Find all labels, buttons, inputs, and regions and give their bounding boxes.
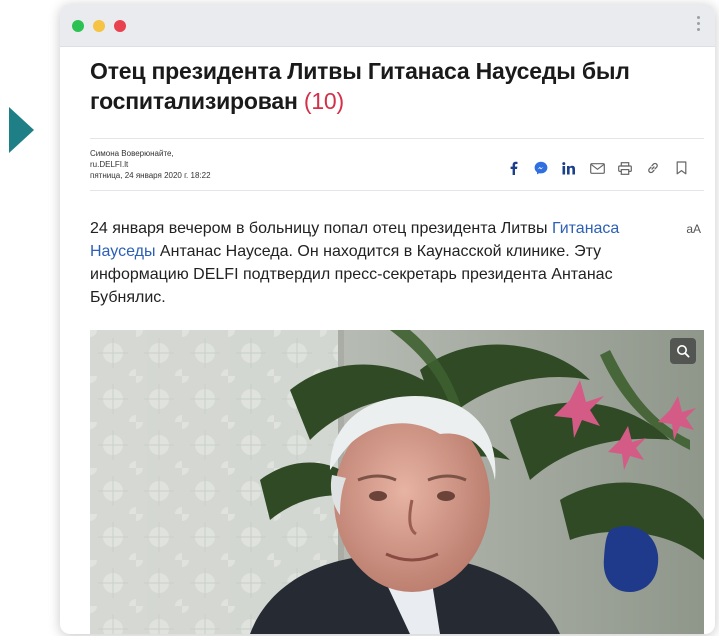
article-headline: Отец президента Литвы Гитанаса Науседы б… bbox=[90, 56, 680, 116]
magnifier-icon bbox=[677, 345, 690, 358]
browser-window: Отец президента Литвы Гитанаса Науседы б… bbox=[60, 4, 715, 634]
author-name[interactable]: Симона Воверюнайте, bbox=[90, 148, 211, 159]
window-maximize-button[interactable] bbox=[72, 20, 84, 32]
link-icon[interactable] bbox=[639, 158, 667, 178]
lead-text-end: Антанас Науседа. Он находится в Каунасск… bbox=[90, 243, 613, 306]
facebook-icon[interactable] bbox=[499, 158, 527, 178]
article-lead: 24 января вечером в больницу попал отец … bbox=[90, 217, 670, 309]
article-photo[interactable] bbox=[90, 330, 704, 634]
email-icon[interactable] bbox=[583, 158, 611, 178]
article-meta: Симона Воверюнайте, ru.DELFI.lt пятница,… bbox=[90, 148, 211, 181]
source-name[interactable]: ru.DELFI.lt bbox=[90, 159, 211, 170]
bookmark-icon[interactable] bbox=[667, 158, 695, 178]
photo-illustration bbox=[90, 330, 704, 634]
font-size-toggle[interactable]: aA bbox=[686, 222, 701, 236]
window-minimize-button[interactable] bbox=[93, 20, 105, 32]
meta-divider-top bbox=[90, 138, 704, 139]
lead-text-start: 24 января вечером в больницу попал отец … bbox=[90, 220, 552, 237]
window-titlebar bbox=[60, 4, 715, 47]
share-toolbar bbox=[499, 158, 695, 178]
headline-text: Отец президента Литвы Гитанаса Науседы б… bbox=[90, 58, 630, 114]
play-arrow-icon bbox=[9, 107, 34, 153]
more-options-icon[interactable] bbox=[697, 16, 701, 34]
comment-count-link[interactable]: (10) bbox=[304, 88, 344, 114]
publish-date: пятница, 24 января 2020 г. 18:22 bbox=[90, 171, 211, 180]
print-icon[interactable] bbox=[611, 158, 639, 178]
window-close-button[interactable] bbox=[114, 20, 126, 32]
linkedin-icon[interactable] bbox=[555, 158, 583, 178]
messenger-icon[interactable] bbox=[527, 158, 555, 178]
meta-divider-bottom bbox=[90, 190, 704, 191]
zoom-button[interactable] bbox=[670, 338, 696, 364]
